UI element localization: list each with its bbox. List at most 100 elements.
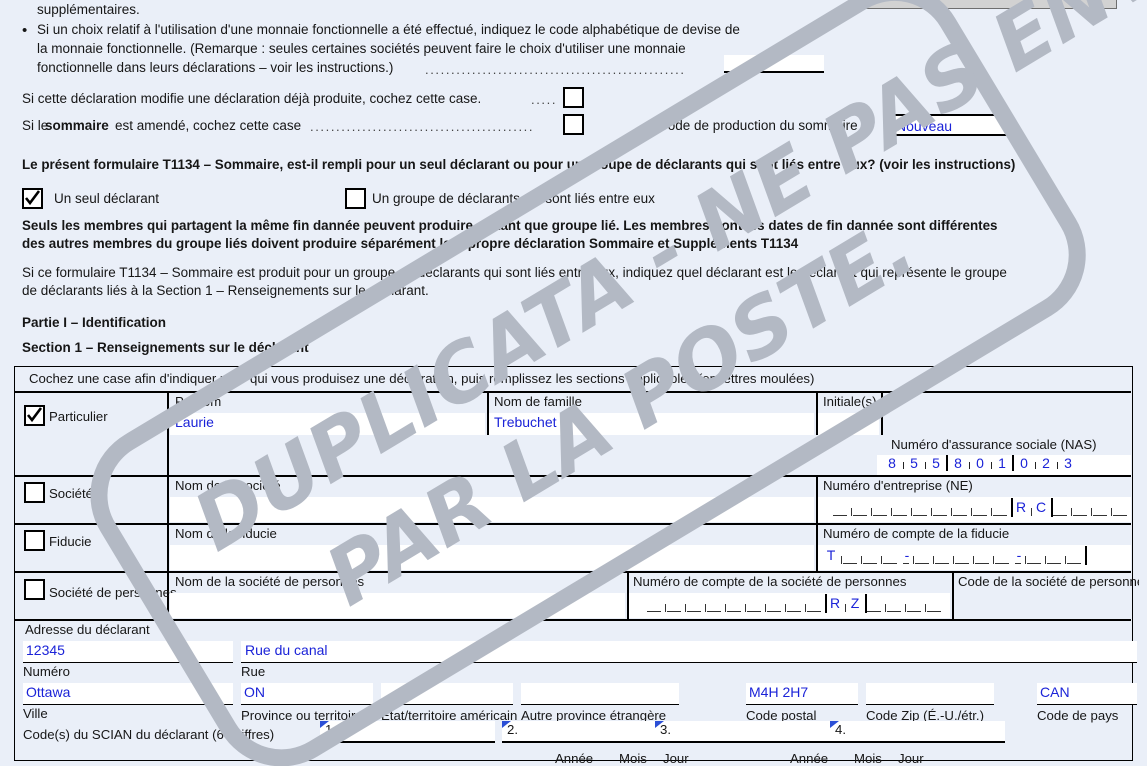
single-filer-label: Un seul déclarant: [54, 191, 160, 206]
partnership-account-boxes[interactable]: R Z: [645, 594, 945, 613]
divider: [15, 571, 1131, 573]
corporation-name-field[interactable]: [170, 497, 814, 522]
sin-digit: 8: [947, 455, 971, 471]
bn-rc-r: R: [1011, 499, 1032, 517]
partnership-account-label: Numéro de compte de la société de person…: [633, 574, 907, 589]
intro-bullet-line-1: Si un choix relatif à l'utilisation d'un…: [37, 22, 740, 37]
declarant-table: Cochez une case afin d'indiquer pour qui…: [14, 366, 1147, 766]
sin-digits[interactable]: 8 5 5 8 0 1 0 2 3: [881, 455, 1079, 471]
intro-line-0: supplémentaires.: [37, 2, 140, 17]
naics-number-3: 3.: [660, 722, 671, 737]
trust-account-boxes[interactable]: T - -: [821, 546, 1087, 565]
checkmark-icon: [26, 407, 43, 423]
date-year-label-2: Année: [790, 751, 829, 766]
amended-return-label: Si cette déclaration modifie une déclara…: [22, 91, 482, 106]
naics-number-4: 4.: [835, 722, 846, 737]
naics-field-1[interactable]: 1.: [320, 721, 495, 743]
address-street-label: Rue: [241, 664, 266, 679]
sin-digit: 2: [1035, 455, 1059, 471]
divider: [167, 391, 169, 475]
address-usstate-field[interactable]: [381, 683, 513, 705]
amended-summary-leader: ........................................…: [310, 119, 535, 134]
divider: [15, 475, 1131, 477]
form-page: supplémentaires. • Si un choix relatif à…: [0, 0, 1147, 766]
address-country-value: CAN: [1040, 684, 1070, 700]
trust-name-field[interactable]: [170, 545, 814, 570]
address-street-field[interactable]: [241, 641, 1137, 663]
date-year-label-1: Année: [555, 751, 594, 766]
group-filer-checkbox[interactable]: [345, 188, 366, 209]
section1-heading: Section 1 – Renseignements sur le déclar…: [22, 340, 309, 355]
group-filer-label: Un groupe de déclarants qui sont liés en…: [372, 191, 655, 206]
trust-name-label: Nom de la fiducie: [175, 526, 277, 541]
partnership-name-label: Nom de la société de personnes: [175, 574, 365, 589]
lastname-value: Trebuchet: [494, 414, 557, 430]
intro-bullet-line-2: la monnaie fonctionnelle. (Remarque : se…: [37, 41, 686, 56]
corporation-name-label: Nom de la société: [175, 478, 281, 493]
bn-digit-boxes[interactable]: R C: [831, 498, 1131, 517]
naics-field-3[interactable]: 3.: [655, 721, 830, 743]
group-note-bold-2: des autres membres du groupe liés doiven…: [22, 236, 799, 251]
sin-label: Numéro d'assurance sociale (NAS): [891, 437, 1097, 452]
individual-checkbox[interactable]: [24, 405, 45, 426]
intro-leader-dots: ........................................…: [425, 62, 686, 77]
amended-return-checkbox[interactable]: [563, 87, 584, 108]
trust-checkbox[interactable]: [24, 530, 45, 551]
sin-digit: 5: [925, 455, 948, 471]
address-zip-field[interactable]: [866, 683, 994, 705]
single-filer-checkbox[interactable]: [22, 188, 43, 209]
firstname-value: Laurie: [175, 414, 214, 430]
sin-digit: 5: [903, 455, 927, 471]
divider: [881, 391, 883, 435]
date-day-label-2: Jour: [898, 751, 924, 766]
partnership-checkbox[interactable]: [24, 579, 45, 600]
address-foreign-field[interactable]: [521, 683, 679, 705]
amended-summary-label-bold: sommaire: [45, 118, 109, 133]
initials-field[interactable]: [818, 413, 879, 435]
right-gutter: [1139, 0, 1147, 766]
amended-summary-checkbox[interactable]: [563, 114, 584, 135]
group-question-heading: Le présent formulaire T1134 – Sommaire, …: [22, 157, 1016, 172]
address-postal-value: M4H 2H7: [749, 684, 809, 700]
divider: [15, 391, 1131, 393]
initials-label: Initiale(s): [823, 394, 877, 409]
firstname-label: Prénom: [175, 394, 222, 409]
lastname-label: Nom de famille: [494, 394, 582, 409]
naics-field-2[interactable]: 2.: [502, 721, 677, 743]
group-note-para-2: de déclarants liés à la Section 1 – Rens…: [22, 283, 429, 298]
date-day-label-1: Jour: [663, 751, 689, 766]
address-heading: Adresse du déclarant: [25, 622, 150, 637]
naics-label: Code(s) du SCIAN du déclarant (6 chiffre…: [23, 727, 275, 742]
bn-rc-c: C: [1035, 499, 1047, 515]
sin-digit: 0: [1013, 455, 1037, 471]
part-heading: Partie I – Identification: [22, 315, 167, 330]
production-code-field[interactable]: Nouveau: [891, 114, 1011, 136]
bn-label: Numéro d'entreprise (NE): [823, 478, 973, 493]
corporation-checkbox[interactable]: [24, 482, 45, 503]
firstname-field[interactable]: [170, 413, 485, 435]
sin-digit: 1: [991, 455, 1014, 471]
naics-number-2: 2.: [507, 722, 518, 737]
partnership-name-field[interactable]: [170, 593, 625, 618]
address-number-value: 12345: [26, 642, 65, 658]
sin-digit: 0: [969, 455, 993, 471]
amended-summary-label-b: est amendé, cochez cette case: [115, 118, 302, 133]
intro-bullet-line-3: fonctionnelle dans leurs déclarations – …: [37, 60, 394, 75]
production-code-value: Nouveau: [896, 118, 953, 134]
address-city-value: Ottawa: [26, 684, 71, 700]
partnership-rz-z: Z: [850, 595, 860, 611]
address-province-value: ON: [244, 684, 265, 700]
address-country-label: Code de pays: [1037, 708, 1119, 723]
divider: [167, 523, 169, 571]
divider: [15, 619, 1131, 621]
naics-number-1: 1.: [325, 722, 336, 737]
checkmark-icon: [24, 190, 41, 206]
divider: [15, 523, 1131, 525]
sin-digit: 8: [881, 455, 905, 471]
trust-prefix-t: T: [821, 547, 842, 565]
naics-field-4[interactable]: 4.: [830, 721, 1005, 743]
date-month-label-2: Mois: [854, 751, 882, 766]
functional-currency-field[interactable]: [724, 55, 824, 73]
top-panel-box: [853, 0, 1117, 9]
address-city-label: Ville: [23, 706, 48, 721]
